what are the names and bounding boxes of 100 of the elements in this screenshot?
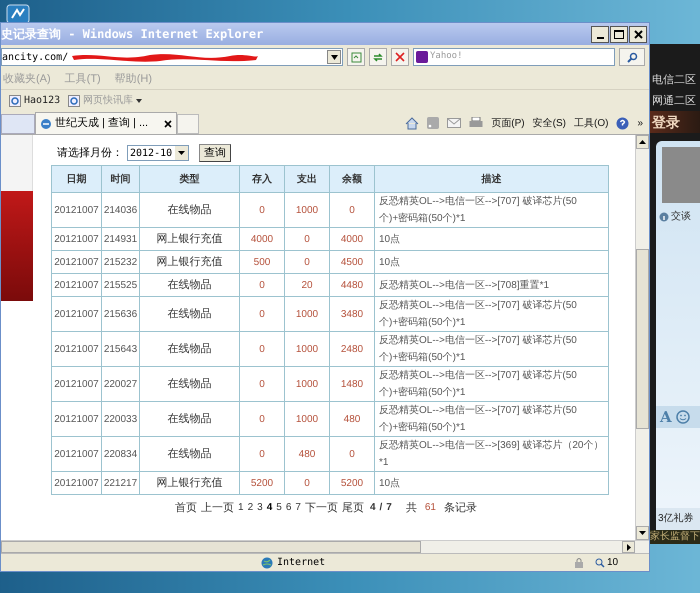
zoom-icon xyxy=(595,558,605,568)
address-field[interactable]: ancity.com/ xyxy=(1,48,343,66)
description-cell: 反恐精英OL-->电信一区-->[708]重置*1 xyxy=(374,274,608,296)
vertical-scrollbar[interactable] xyxy=(635,135,649,540)
browser-tab[interactable]: 世纪天成 | 查询 | ... xyxy=(35,112,177,134)
table-cell: 20121007 xyxy=(52,228,102,250)
table-cell: 5200 xyxy=(240,472,284,494)
close-tab-icon[interactable] xyxy=(164,120,172,128)
command-menu[interactable]: 页面(P) xyxy=(491,116,525,130)
avatar-placeholder xyxy=(662,147,700,203)
page-number[interactable]: 7 xyxy=(295,501,301,515)
server-item[interactable]: 网通二区 xyxy=(652,92,700,109)
table-cell: 1000 xyxy=(284,402,330,436)
description-cell: 10点 xyxy=(374,228,608,250)
table-cell: 4000 xyxy=(330,228,374,250)
page-number[interactable]: 6 xyxy=(286,501,292,515)
pagination-link[interactable]: 尾页 xyxy=(342,501,364,515)
print-icon[interactable] xyxy=(469,117,484,129)
tab-strip-stub xyxy=(1,114,35,134)
table-cell: 215643 xyxy=(102,332,140,366)
page-number[interactable]: 1 xyxy=(238,501,244,515)
maximize-button[interactable] xyxy=(610,26,628,42)
table-cell: 20121007 xyxy=(52,274,102,296)
page-number[interactable]: 2 xyxy=(248,501,254,515)
command-menu[interactable]: » xyxy=(637,116,643,130)
table-cell: 20121007 xyxy=(52,332,102,366)
search-field[interactable]: Yahoo! xyxy=(413,48,615,66)
scrollbar-thumb[interactable] xyxy=(636,249,649,429)
column-header: 时间 xyxy=(102,166,140,192)
table-cell: 5200 xyxy=(330,472,374,494)
table-cell: 214931 xyxy=(102,228,140,250)
table-cell: 在线物品 xyxy=(140,192,240,228)
minimize-button[interactable] xyxy=(591,26,609,42)
favorite-link[interactable]: Hao123 xyxy=(9,93,60,108)
total-label: 共 xyxy=(406,501,417,515)
table-cell: 在线物品 xyxy=(140,296,240,332)
search-button[interactable] xyxy=(619,48,645,66)
description-cell: 反恐精英OL-->电信一区-->[707] 破译芯片(50个)+密码箱(50个)*1 xyxy=(374,192,608,228)
table-cell: 215636 xyxy=(102,296,140,332)
table-cell: 1000 xyxy=(284,366,330,402)
scroll-down-button[interactable] xyxy=(636,526,649,540)
command-menu[interactable]: 工具(O) xyxy=(574,116,608,130)
caret-icon xyxy=(178,151,186,155)
refresh-button[interactable] xyxy=(369,48,387,66)
horizontal-scrollbar[interactable] xyxy=(1,540,649,553)
record-count: 61 xyxy=(424,501,436,515)
server-item[interactable]: 电信二区 xyxy=(652,72,700,88)
query-button[interactable]: 查询 xyxy=(199,144,232,162)
records-label: 条记录 xyxy=(444,501,477,515)
pagination-link[interactable]: 首页 xyxy=(175,501,197,515)
mail-icon[interactable] xyxy=(447,118,462,128)
search-input[interactable]: Yahoo! xyxy=(430,50,614,64)
page-icon xyxy=(350,52,362,62)
table-cell: 0 xyxy=(240,192,284,228)
zoom-level[interactable]: 10 xyxy=(607,555,649,570)
table-cell: 0 xyxy=(240,402,284,436)
dropdown-button[interactable] xyxy=(175,146,188,160)
description-cell: 10点 xyxy=(374,472,608,494)
table-cell: 221217 xyxy=(102,472,140,494)
current-page: 4 xyxy=(370,501,376,515)
caret-icon xyxy=(639,531,646,535)
table-cell: 0 xyxy=(284,250,330,274)
table-cell: 500 xyxy=(240,250,284,274)
command-menu[interactable]: 安全(S) xyxy=(532,116,566,130)
info-icon xyxy=(659,212,669,222)
description-cell: 反恐精英OL-->电信一区-->[707] 破译芯片(50个)+密码箱(50个)*1 xyxy=(374,296,608,332)
pagination-link[interactable]: 下一页 xyxy=(304,501,338,515)
description-cell: 反恐精英OL-->电信一区-->[707] 破译芯片(50个)+密码箱(50个)*1 xyxy=(374,402,608,436)
help-icon[interactable] xyxy=(616,116,630,130)
table-cell: 4500 xyxy=(330,250,374,274)
table-cell: 20 xyxy=(284,274,330,296)
table-cell: 4000 xyxy=(240,228,284,250)
close-button[interactable] xyxy=(629,26,647,42)
page-number[interactable]: 4 xyxy=(266,501,272,515)
desktop-app-icon[interactable] xyxy=(6,4,30,24)
table-cell: 20121007 xyxy=(52,192,102,228)
table-cell: 1000 xyxy=(284,332,330,366)
scroll-right-button[interactable] xyxy=(622,541,635,553)
table-cell: 2480 xyxy=(330,332,374,366)
column-header: 存入 xyxy=(240,166,284,192)
table-cell: 20121007 xyxy=(52,472,102,494)
dropdown-button[interactable] xyxy=(327,50,341,64)
security-zone: Internet xyxy=(277,556,326,570)
pagination-link[interactable]: 上一页 xyxy=(201,501,234,515)
description-cell: 10点 xyxy=(374,250,608,274)
home-icon[interactable] xyxy=(405,116,420,130)
page-number[interactable]: 3 xyxy=(257,501,263,515)
search-icon xyxy=(626,52,638,62)
compat-view-button[interactable] xyxy=(347,48,365,66)
stop-button[interactable] xyxy=(391,48,409,66)
table-cell: 0 xyxy=(330,436,374,472)
table-cell: 480 xyxy=(284,436,330,472)
login-header[interactable]: 登录 xyxy=(650,111,700,133)
scroll-up-button[interactable] xyxy=(636,135,649,149)
table-cell: 在线物品 xyxy=(140,402,240,436)
month-select[interactable]: 2012-10 xyxy=(127,145,190,161)
page-number[interactable]: 5 xyxy=(276,501,282,515)
total-pages: 7 xyxy=(386,501,392,515)
smiley-icon[interactable] xyxy=(676,410,690,424)
refresh-icon xyxy=(372,52,384,62)
